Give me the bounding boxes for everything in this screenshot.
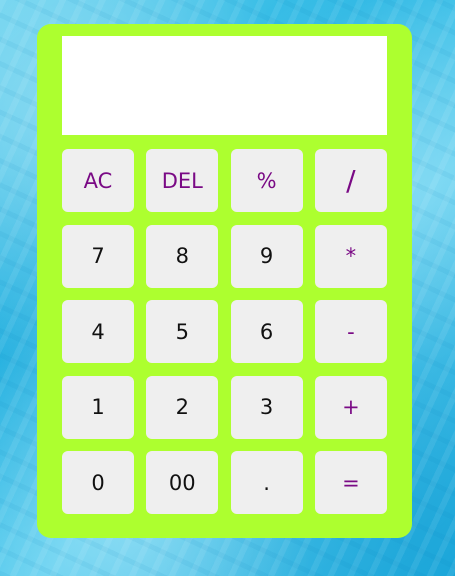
zero-button[interactable]: 0 <box>62 451 134 514</box>
all-clear-button[interactable]: AC <box>62 149 134 212</box>
five-button[interactable]: 5 <box>146 300 219 363</box>
eight-button[interactable]: 8 <box>146 224 219 288</box>
divide-button[interactable]: / <box>314 149 387 212</box>
subtract-button[interactable]: - <box>314 300 387 363</box>
four-button[interactable]: 4 <box>62 300 134 363</box>
six-button[interactable]: 6 <box>230 300 303 363</box>
equals-button[interactable]: = <box>314 451 387 514</box>
percent-button[interactable]: % <box>230 149 303 212</box>
calculator-display[interactable] <box>62 36 387 135</box>
two-button[interactable]: 2 <box>146 375 219 439</box>
decimal-button[interactable]: . <box>230 451 303 514</box>
three-button[interactable]: 3 <box>230 375 303 439</box>
calculator: AC DEL % / 7 8 9 * 4 5 6 - 1 2 3 + 0 00 … <box>37 24 412 538</box>
keypad: AC DEL % / 7 8 9 * 4 5 6 - 1 2 3 + 0 00 … <box>62 149 387 514</box>
nine-button[interactable]: 9 <box>230 224 303 288</box>
double-zero-button[interactable]: 00 <box>146 451 219 514</box>
delete-button[interactable]: DEL <box>146 149 219 212</box>
one-button[interactable]: 1 <box>62 375 134 439</box>
seven-button[interactable]: 7 <box>62 224 134 288</box>
multiply-button[interactable]: * <box>314 224 387 288</box>
add-button[interactable]: + <box>314 375 387 439</box>
